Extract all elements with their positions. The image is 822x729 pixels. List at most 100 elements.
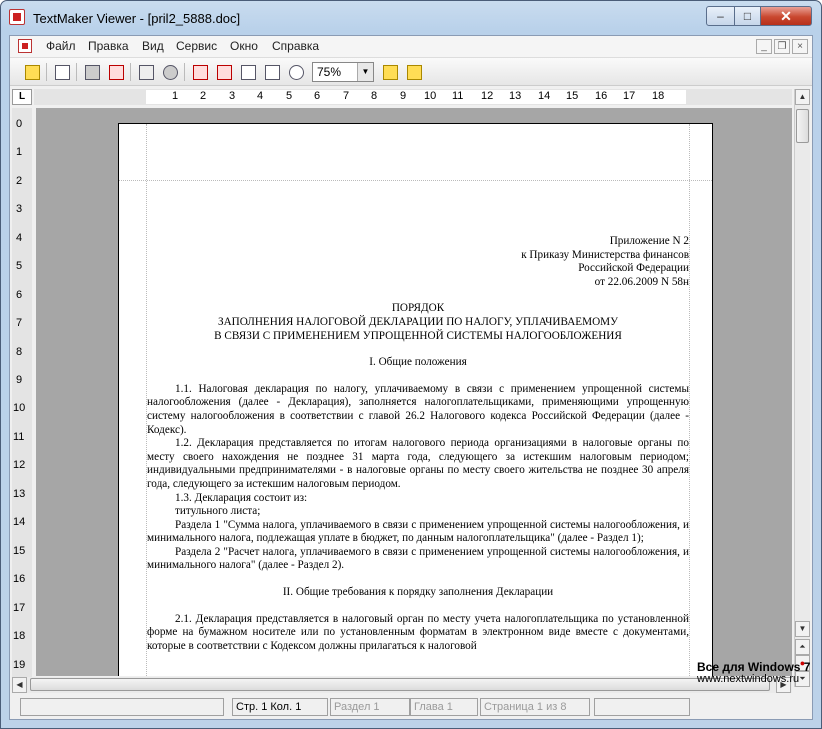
maximize-button[interactable]: □ — [734, 6, 761, 26]
paragraph: 1.1. Налоговая декларация по налогу, упл… — [147, 382, 689, 436]
toolbar: 75% ▼ — [10, 58, 812, 86]
ruler-label: 14 — [13, 516, 26, 528]
ruler-label: 3 — [16, 203, 23, 215]
paragraph: 1.3. Декларация состоит из: — [175, 491, 308, 504]
watermark-title: Все для Windows 7 — [697, 660, 811, 674]
ruler-label: 15 — [13, 545, 26, 557]
copy-icon[interactable] — [136, 62, 156, 82]
menu-edit[interactable]: Правка — [88, 39, 129, 53]
ruler-label: 9 — [400, 90, 407, 102]
ruler-label: 10 — [424, 90, 437, 102]
window-title: TextMaker Viewer - [pril2_5888.doc] — [33, 11, 241, 26]
appendix-line: от 22.06.2009 N 58н — [594, 275, 689, 288]
tab-stop-selector[interactable]: L — [12, 89, 32, 105]
ruler-label: 4 — [257, 90, 264, 102]
ruler-label: 16 — [13, 573, 26, 585]
menu-file[interactable]: Файл — [46, 39, 76, 53]
menu-view[interactable]: Вид — [142, 39, 164, 53]
status-bar: Стр. 1 Кол. 1 Раздел 1 Глава 1 Страница … — [10, 695, 812, 719]
menu-tools[interactable]: Сервис — [176, 39, 217, 53]
scroll-left-button[interactable]: ◀ — [12, 677, 27, 693]
ruler-label: 14 — [538, 90, 551, 102]
watermark-url: www.nextwindows.ru — [697, 673, 800, 685]
ruler-label: 1 — [16, 146, 23, 158]
menu-help[interactable]: Справка — [272, 39, 319, 53]
doc-restore-button[interactable]: ❐ — [774, 39, 790, 54]
single-page-icon[interactable] — [190, 62, 210, 82]
ruler-label: 16 — [595, 90, 608, 102]
status-chapter: Глава 1 — [410, 698, 478, 716]
minimize-button[interactable]: – — [706, 6, 735, 26]
menu-window[interactable]: Окно — [230, 39, 258, 53]
ruler-label: 11 — [13, 431, 25, 443]
ruler-label: 19 — [13, 659, 26, 671]
scroll-thumb[interactable] — [796, 109, 809, 143]
horizontal-ruler[interactable]: 1 2 3 4 5 6 7 8 9 10 11 12 13 14 15 16 1… — [34, 89, 792, 105]
ruler-label: 12 — [481, 90, 494, 102]
menu-bar: Файл Правка Вид Сервис Окно Справка _ ❐ … — [10, 36, 812, 58]
vertical-scrollbar[interactable]: ▲ ▼ ⏶ ● ⏷ — [794, 89, 810, 687]
ruler-label: 7 — [16, 317, 23, 329]
doc-minimize-button[interactable]: _ — [756, 39, 772, 54]
scroll-thumb[interactable] — [30, 678, 770, 691]
app-window: TextMaker Viewer - [pril2_5888.doc] – □ … — [0, 0, 822, 729]
client-area: Файл Правка Вид Сервис Окно Справка _ ❐ … — [9, 35, 813, 720]
find-icon[interactable] — [160, 62, 180, 82]
ruler-h-icon[interactable] — [380, 62, 400, 82]
open-icon[interactable] — [22, 62, 42, 82]
zoom-icon[interactable] — [286, 62, 306, 82]
ruler-label: 0 — [16, 118, 23, 130]
horizontal-scrollbar[interactable]: ◀ ▶ — [12, 677, 792, 693]
doc-close-button[interactable]: × — [792, 39, 808, 54]
ruler-v-icon[interactable] — [404, 62, 424, 82]
paragraph: 1.2. Декларация представляется по итогам… — [147, 437, 689, 490]
chevron-down-icon[interactable]: ▼ — [357, 63, 373, 81]
print-icon[interactable] — [82, 62, 102, 82]
pdf-icon[interactable] — [106, 62, 126, 82]
paragraph: 2.1. Декларация представляется в налогов… — [147, 612, 689, 652]
ruler-label: 8 — [16, 346, 23, 358]
ruler-label: 18 — [652, 90, 665, 102]
scroll-down-button[interactable]: ▼ — [795, 621, 810, 637]
document-page[interactable]: Приложение N 2 к Приказу Министерства фи… — [118, 123, 713, 676]
two-page-icon[interactable] — [214, 62, 234, 82]
section-heading: II. Общие требования к порядку заполнени… — [282, 586, 554, 599]
ruler-label: 8 — [371, 90, 378, 102]
appendix-line: Российской Федерации — [578, 262, 689, 275]
prev-page-button[interactable]: ⏶ — [795, 639, 810, 655]
scroll-up-button[interactable]: ▲ — [795, 89, 810, 105]
appendix-line: к Приказу Министерства финансов — [521, 248, 689, 261]
ruler-label: 4 — [16, 232, 23, 244]
section-heading: I. Общие положения — [369, 356, 467, 369]
close-button[interactable]: ✕ — [760, 6, 812, 26]
ruler-label: 12 — [13, 459, 26, 471]
doc-title: ПОРЯДОК — [391, 302, 445, 315]
title-bar[interactable]: TextMaker Viewer - [pril2_5888.doc] – □ … — [1, 1, 821, 35]
ruler-label: 7 — [343, 90, 350, 102]
paragraph: Раздела 2 "Расчет налога, уплачиваемого … — [147, 545, 689, 572]
multi-page-icon[interactable] — [262, 62, 282, 82]
page-width-icon[interactable] — [238, 62, 258, 82]
status-position: Стр. 1 Кол. 1 — [232, 698, 328, 716]
new-page-icon[interactable] — [52, 62, 72, 82]
status-section: Раздел 1 — [330, 698, 410, 716]
ruler-label: 6 — [16, 289, 23, 301]
app-icon[interactable] — [9, 9, 25, 25]
document-body: Приложение N 2 к Приказу Министерства фи… — [147, 235, 689, 653]
ruler-label: 5 — [16, 260, 23, 272]
status-page: Страница 1 из 8 — [480, 698, 590, 716]
ruler-label: 1 — [172, 90, 179, 102]
doc-title: ЗАПОЛНЕНИЯ НАЛОГОВОЙ ДЕКЛАРАЦИИ ПО НАЛОГ… — [217, 315, 619, 328]
document-canvas[interactable]: Приложение N 2 к Приказу Министерства фи… — [36, 108, 792, 676]
doc-title: В СВЯЗИ С ПРИМЕНЕНИЕМ УПРОЩЕННОЙ СИСТЕМЫ… — [214, 329, 622, 342]
status-empty — [20, 698, 224, 716]
vertical-ruler[interactable]: 0 1 2 3 4 5 6 7 8 9 10 11 12 13 14 15 16… — [12, 108, 32, 686]
ruler-label: 18 — [13, 630, 26, 642]
ruler-label: 10 — [13, 402, 26, 414]
paragraph: Раздела 1 "Сумма налога, уплачиваемого в… — [147, 518, 689, 545]
ruler-label: 13 — [13, 488, 26, 500]
ruler-label: 11 — [452, 90, 464, 102]
zoom-select[interactable]: 75% ▼ — [312, 62, 374, 82]
document-icon[interactable] — [18, 39, 32, 53]
paragraph: титульного листа; — [175, 505, 261, 518]
